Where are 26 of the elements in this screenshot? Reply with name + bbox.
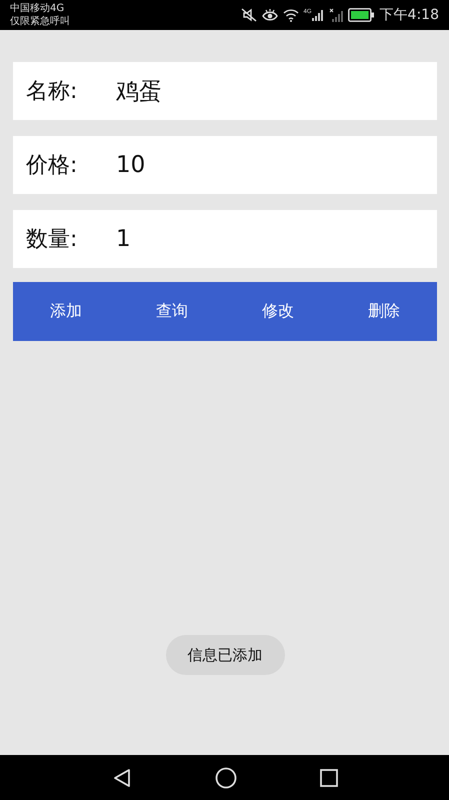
field-value: 1 [116, 226, 131, 252]
input-row[interactable]: 名称: 鸡蛋 [13, 62, 437, 120]
wifi-icon [282, 8, 299, 22]
input-row[interactable]: 数量: 1 [13, 210, 437, 268]
carrier-text: 中国移动4G [10, 2, 66, 14]
signal-icon [312, 9, 324, 21]
mute-icon [240, 8, 257, 22]
emergency-text: 仅限紧急呼叫 [10, 16, 70, 28]
home-icon[interactable] [214, 766, 236, 788]
toast-message: 信息已添加 [166, 635, 284, 675]
field-value: 10 [116, 152, 146, 178]
no-signal-icon [328, 8, 343, 22]
eye-icon [262, 8, 278, 22]
back-icon[interactable] [112, 768, 132, 788]
battery-icon [348, 8, 375, 22]
input-row[interactable]: 价格: 10 [13, 136, 437, 194]
clock-text: 下午4:18 [380, 6, 439, 24]
field-value: 鸡蛋 [116, 78, 162, 106]
action-button[interactable]: 添加 [42, 295, 90, 328]
recent-apps-icon[interactable] [320, 768, 338, 786]
action-button[interactable]: 查询 [148, 295, 196, 328]
action-button[interactable]: 删除 [360, 295, 408, 328]
field-label: 名称: [26, 78, 78, 106]
field-label: 数量: [26, 226, 78, 254]
action-button[interactable]: 修改 [254, 295, 302, 328]
field-label: 价格: [26, 152, 78, 180]
